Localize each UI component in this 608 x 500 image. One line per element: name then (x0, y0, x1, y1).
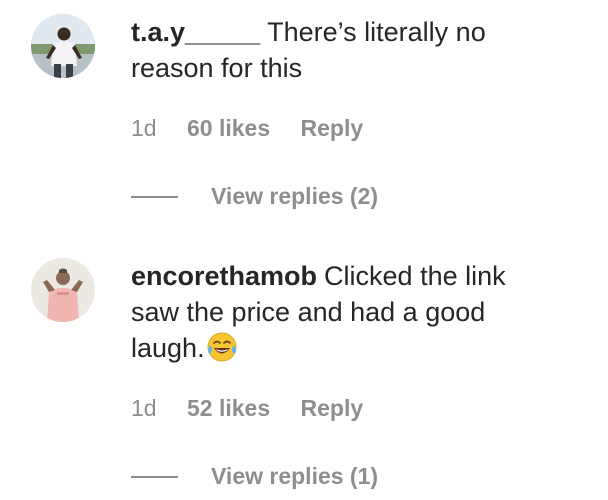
comment-item: encorethamob Clicked the link saw the pri… (0, 0, 608, 500)
replies-divider (131, 476, 178, 478)
comment-likes-count[interactable]: 52 likes (187, 393, 270, 423)
comment-username[interactable]: encorethamob (131, 261, 317, 291)
laughing-emoji-icon (207, 332, 237, 362)
comment-text: encorethamob Clicked the link saw the pri… (131, 258, 551, 366)
comment-timestamp[interactable]: 1d (131, 393, 157, 423)
view-replies-button[interactable]: View replies (1) (211, 461, 378, 491)
view-replies-row[interactable]: View replies (1) (131, 461, 431, 491)
reply-button[interactable]: Reply (301, 393, 364, 423)
comment-meta: 1d 52 likes Reply (131, 393, 363, 423)
profile-photo-icon (31, 258, 95, 322)
avatar[interactable] (31, 258, 95, 322)
